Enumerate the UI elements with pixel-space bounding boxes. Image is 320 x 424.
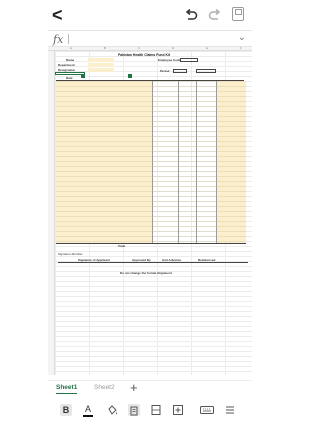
- sheet-tabs: Sheet1 Sheet2 +: [48, 380, 252, 396]
- column-headers: ABC DEF: [48, 47, 252, 51]
- keyboard-icon[interactable]: [200, 404, 214, 416]
- back-icon[interactable]: <: [52, 6, 68, 24]
- department-label: Department: [58, 63, 75, 67]
- undo-icon[interactable]: [184, 8, 198, 22]
- tab-sheet2[interactable]: Sheet2: [94, 384, 115, 391]
- top-toolbar: <: [0, 0, 300, 30]
- font-color-icon[interactable]: A: [82, 404, 94, 417]
- signature-member-label: Signature Member: [58, 252, 83, 256]
- align-icon[interactable]: [128, 404, 140, 416]
- format-toolbar: B A: [48, 400, 252, 420]
- total-label: Total: [118, 244, 125, 248]
- formula-bar: fx ⌄: [48, 30, 252, 47]
- name-label: Name: [66, 58, 75, 62]
- spreadsheet-app: < fx ⌄ ABC DEF Pakistan Health Claims Fu…: [0, 0, 300, 424]
- period-label: Period: [160, 69, 170, 73]
- worksheet-grid[interactable]: ABC DEF Pakistan Health Claims Fund Kit …: [48, 47, 252, 375]
- row-headers: [48, 51, 55, 375]
- add-sheet-button[interactable]: +: [130, 381, 138, 395]
- fill-color-icon[interactable]: [106, 404, 118, 416]
- chevron-down-icon[interactable]: ⌄: [238, 32, 246, 43]
- tab-sheet1[interactable]: Sheet1: [56, 384, 78, 394]
- insert-cells-icon[interactable]: [172, 404, 184, 416]
- bold-icon[interactable]: B: [60, 404, 72, 416]
- merge-cells-icon[interactable]: [150, 404, 162, 416]
- menu-icon[interactable]: [224, 404, 236, 416]
- sheet-title: Pakistan Health Claims Fund Kit: [118, 53, 171, 57]
- selection-handle[interactable]: [128, 74, 132, 78]
- save-icon[interactable]: [232, 7, 244, 21]
- format-warning-note: Do not change the format Alignment: [120, 271, 172, 275]
- redo-icon[interactable]: [208, 8, 222, 22]
- selection-handle[interactable]: [81, 74, 85, 78]
- employee-code-label: Employee Code: [158, 58, 181, 62]
- formula-input[interactable]: [68, 34, 69, 44]
- fx-label: fx: [53, 33, 64, 46]
